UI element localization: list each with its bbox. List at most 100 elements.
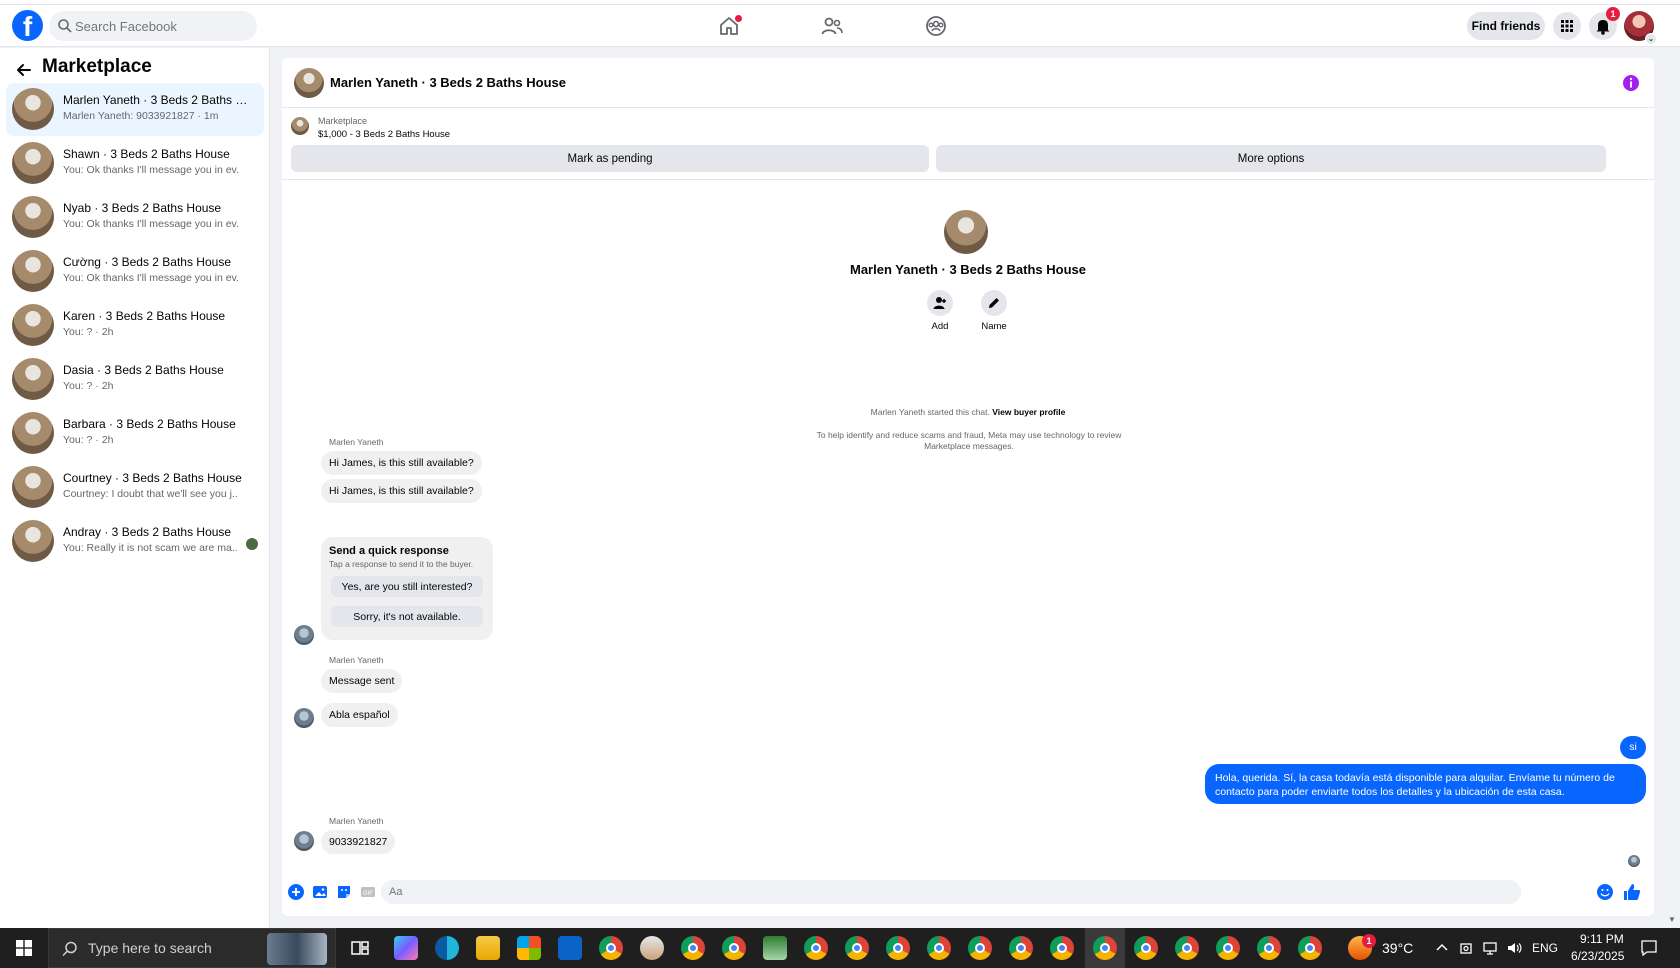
name-action[interactable]: Name	[964, 290, 1024, 332]
notification-center-icon[interactable]	[1640, 939, 1658, 957]
more-options-button[interactable]: More options	[936, 145, 1606, 172]
volume-icon[interactable]	[1506, 940, 1522, 956]
friends-icon[interactable]	[820, 14, 844, 38]
conversation-name: Dasia · 3 Beds 2 Baths House	[63, 363, 224, 377]
profile-avatar[interactable]	[944, 210, 988, 254]
message-input[interactable]	[381, 880, 1521, 904]
outlook-icon[interactable]	[558, 936, 582, 960]
search-highlight-image	[267, 933, 327, 965]
chrome-profile-icon[interactable]	[722, 936, 746, 960]
seen-avatar-indicator	[246, 538, 258, 550]
chat-panel: Marlen Yaneth · 3 Beds 2 Baths House Mar…	[282, 58, 1654, 916]
file-explorer-icon[interactable]	[476, 936, 500, 960]
conversation-preview: You: Ok thanks I'll message you in ev...…	[63, 272, 238, 284]
chrome-icon[interactable]	[886, 936, 910, 960]
chrome-icon[interactable]	[1257, 936, 1281, 960]
conversation-item[interactable]: Marlen Yaneth · 3 Beds 2 Baths House Mar…	[6, 83, 264, 136]
sender-name: Marlen Yaneth	[329, 437, 384, 447]
profile-name: Marlen Yaneth · 3 Beds 2 Baths House	[850, 262, 1086, 277]
chrome-icon[interactable]	[681, 936, 705, 960]
search-box[interactable]	[49, 11, 257, 41]
conversation-item[interactable]: Karen · 3 Beds 2 Baths House You: ? · 2h	[6, 299, 264, 352]
microsoft-store-icon[interactable]	[517, 936, 541, 960]
conversation-preview: You: ? · 2h	[63, 326, 114, 338]
chrome-icon[interactable]	[927, 936, 951, 960]
copilot-icon[interactable]	[394, 936, 418, 960]
listing-avatar	[12, 250, 54, 292]
facebook-logo-icon[interactable]: f	[12, 10, 43, 41]
conversation-item[interactable]: Nyab · 3 Beds 2 Baths House You: Ok than…	[6, 191, 264, 244]
conversation-name: Andray · 3 Beds 2 Baths House	[63, 525, 232, 539]
sticker-icon[interactable]	[335, 883, 353, 901]
windows-start-icon[interactable]	[16, 940, 32, 956]
sender-avatar[interactable]	[294, 708, 314, 728]
weather-badge: 1	[1362, 934, 1376, 948]
app-icon[interactable]	[640, 936, 664, 960]
weather-temperature[interactable]: 39°C	[1382, 940, 1413, 956]
mark-as-pending-button[interactable]: Mark as pending	[291, 145, 929, 172]
search-input[interactable]	[75, 11, 250, 41]
add-action[interactable]: Add	[910, 290, 970, 332]
taskbar-time[interactable]: 9:11 PM	[1580, 932, 1624, 946]
chat-title[interactable]: Marlen Yaneth · 3 Beds 2 Baths House	[330, 75, 566, 90]
quick-response-interested-button[interactable]: Yes, are you still interested?	[331, 576, 483, 597]
chrome-icon[interactable]	[1216, 936, 1240, 960]
chrome-icon[interactable]	[968, 936, 992, 960]
conversation-item[interactable]: Cường · 3 Beds 2 Baths House You: Ok tha…	[6, 245, 264, 298]
search-icon	[62, 941, 77, 957]
groups-icon[interactable]	[924, 14, 948, 38]
plus-circle-icon[interactable]	[287, 883, 305, 901]
conversation-name: Nyab · 3 Beds 2 Baths House	[63, 201, 222, 215]
chrome-icon[interactable]	[1093, 936, 1117, 960]
add-person-icon	[933, 297, 946, 309]
listing-thumbnail[interactable]	[291, 117, 309, 135]
chrome-icon[interactable]	[1134, 936, 1158, 960]
taskbar-date[interactable]: 6/23/2025	[1571, 949, 1624, 963]
chevron-down-icon[interactable]: ⌄	[1645, 33, 1657, 45]
conversation-preview: You: Ok thanks I'll message you in ev...…	[63, 164, 238, 176]
back-arrow-icon[interactable]	[14, 60, 34, 80]
sheets-icon[interactable]	[763, 936, 787, 960]
sender-avatar[interactable]	[294, 831, 314, 851]
chevron-up-icon[interactable]	[1434, 940, 1450, 956]
thumbs-up-icon[interactable]	[1622, 882, 1642, 902]
conversation-item[interactable]: Andray · 3 Beds 2 Baths House You: Reall…	[6, 515, 264, 568]
chrome-icon[interactable]	[1050, 936, 1074, 960]
camera-tray-icon[interactable]	[1458, 940, 1474, 956]
find-friends-button[interactable]: Find friends	[1467, 12, 1545, 40]
conversation-preview: You: Really it is not scam we are ma... …	[63, 542, 238, 554]
sender-avatar[interactable]	[294, 625, 314, 645]
taskbar-search-box[interactable]: Type here to search	[48, 928, 336, 968]
taskbar-search-text: Type here to search	[88, 940, 212, 956]
language-indicator[interactable]: ENG	[1532, 941, 1558, 955]
chrome-icon[interactable]	[845, 936, 869, 960]
quick-response-unavailable-button[interactable]: Sorry, it's not available.	[331, 606, 483, 627]
incoming-message: Hi James, is this still available?	[321, 479, 482, 503]
listing-avatar	[12, 358, 54, 400]
listing-price[interactable]: $1,000 - 3 Beds 2 Baths House	[318, 129, 450, 140]
info-icon[interactable]	[1622, 74, 1640, 92]
conversation-item[interactable]: Courtney · 3 Beds 2 Baths House Courtney…	[6, 461, 264, 514]
chrome-icon[interactable]	[1298, 936, 1322, 960]
task-view-icon[interactable]	[348, 936, 372, 960]
listing-avatar	[12, 304, 54, 346]
network-icon[interactable]	[1482, 940, 1498, 956]
chrome-icon[interactable]	[1009, 936, 1033, 960]
emoji-icon[interactable]	[1596, 883, 1614, 901]
conversation-preview: You: Ok thanks I'll message you in ev...…	[63, 218, 238, 230]
gif-icon[interactable]: GIF	[359, 883, 377, 901]
chrome-icon[interactable]	[804, 936, 828, 960]
chrome-icon[interactable]	[599, 936, 623, 960]
listing-avatar	[12, 88, 54, 130]
conversation-item[interactable]: Dasia · 3 Beds 2 Baths House You: ? · 2h	[6, 353, 264, 406]
chat-avatar[interactable]	[294, 68, 324, 98]
chrome-icon[interactable]	[1175, 936, 1199, 960]
view-buyer-profile-link[interactable]: View buyer profile	[992, 407, 1065, 417]
menu-grid-button[interactable]	[1553, 12, 1581, 40]
edge-icon[interactable]	[435, 936, 459, 960]
photo-icon[interactable]	[311, 883, 329, 901]
conversation-item[interactable]: Barbara · 3 Beds 2 Baths House You: ? · …	[6, 407, 264, 460]
scroll-down-arrow-icon[interactable]: ▼	[1668, 915, 1680, 927]
search-icon	[58, 19, 72, 33]
conversation-item[interactable]: Shawn · 3 Beds 2 Baths House You: Ok tha…	[6, 137, 264, 190]
